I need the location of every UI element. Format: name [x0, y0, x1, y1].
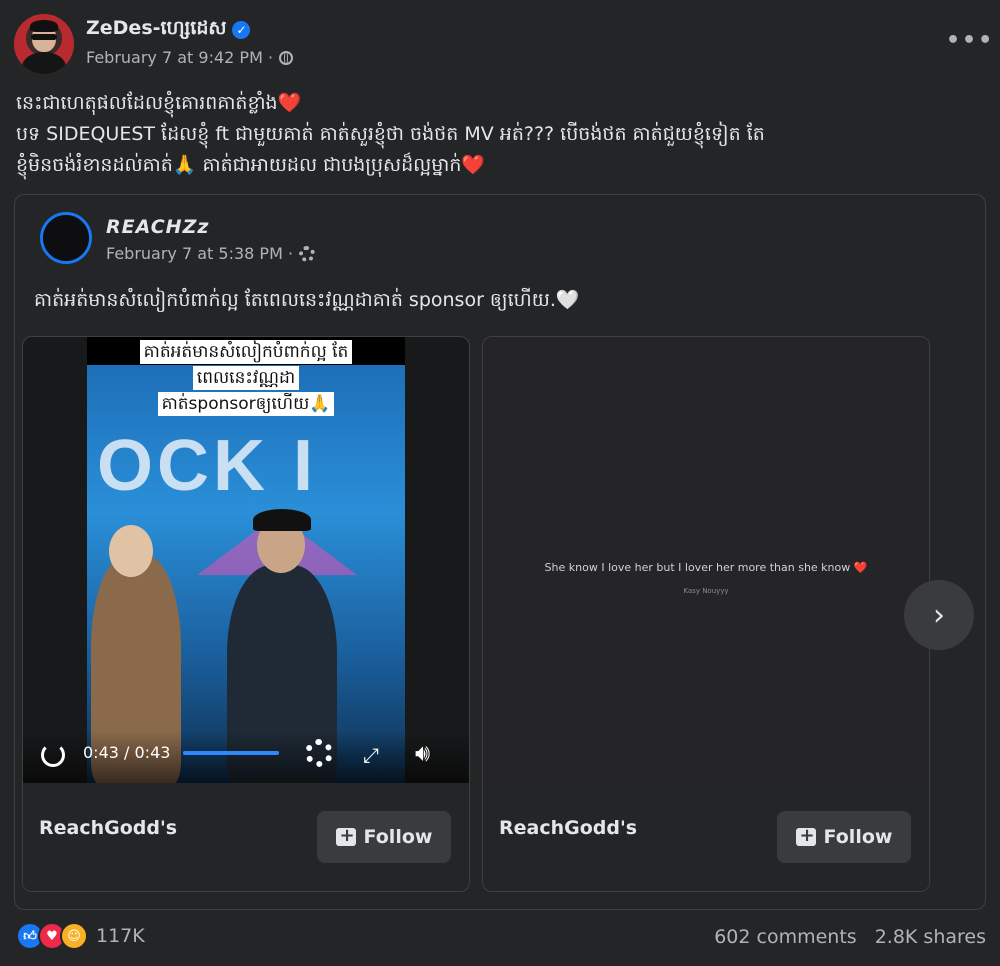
- reactions-summary[interactable]: 👍︎ ♥ ☺ 117K: [16, 922, 145, 950]
- quote-text: She know I love her but I lover her more…: [544, 561, 868, 574]
- quote-author: Kasy Nouyyy: [683, 587, 729, 595]
- video-player[interactable]: OCK I គាត់អត់មានសំលៀកបំពាក់ល្អ តែ ពេលនេះ…: [87, 337, 405, 783]
- video-frame: OCK I: [87, 365, 405, 783]
- follow-icon: [795, 825, 816, 846]
- fullscreen-icon[interactable]: ⤢: [363, 743, 379, 767]
- post-text: នេះជាហេតុផលដែលខ្ញុំគោរពគាត់ខ្លាំង❤️ បទ S…: [16, 88, 986, 181]
- card-page-name[interactable]: ReachGodd's: [39, 817, 177, 839]
- caption-line: គាត់អត់មានសំលៀកបំពាក់ល្អ តែ: [139, 340, 353, 364]
- engagement-stats: 602 comments 2.8K shares: [714, 926, 986, 948]
- audience-icon: [299, 245, 316, 262]
- video-controls: 0:43 / 0:43 ⤢ 🔊︎: [23, 731, 469, 783]
- video-progress-bar[interactable]: [183, 751, 279, 755]
- post-text-line: បទ SIDEQUEST ដែលខ្ញុំ ft ជាមួយគាត់ គាត់ស…: [16, 123, 765, 145]
- caption-line: គាត់sponsorឲ្យហើយ🙏: [157, 392, 335, 416]
- care-icon: ☺: [60, 922, 88, 950]
- author-avatar[interactable]: [14, 14, 74, 74]
- card-footer: ReachGodd's Follow: [23, 783, 469, 891]
- volume-icon[interactable]: 🔊︎: [415, 739, 430, 767]
- shared-post-timestamp[interactable]: February 7 at 5:38 PM ·: [106, 244, 293, 263]
- replay-icon[interactable]: [41, 743, 65, 767]
- author-name[interactable]: ZeDes-ហ្សេដេស: [86, 16, 226, 44]
- comments-count[interactable]: 602 comments: [714, 926, 856, 948]
- more-options-button[interactable]: •••: [946, 28, 994, 53]
- media-card-image[interactable]: She know I love her but I lover her more…: [482, 336, 930, 892]
- follow-label: Follow: [363, 826, 433, 848]
- follow-label: Follow: [823, 826, 893, 848]
- shared-author-avatar[interactable]: [40, 212, 92, 264]
- reaction-count[interactable]: 117K: [96, 925, 145, 947]
- carousel-next-button[interactable]: ›: [904, 580, 974, 650]
- caption-line: ពេលនេះវណ្ណដា: [192, 366, 300, 390]
- post-meta: February 7 at 9:42 PM ·: [86, 48, 294, 67]
- video-progress-fill: [183, 751, 279, 755]
- shared-author-name[interactable]: REACHZz: [106, 216, 209, 238]
- globe-icon: [279, 50, 294, 65]
- card-footer: ReachGodd's Follow: [483, 783, 929, 891]
- media-card-video[interactable]: OCK I គាត់អត់មានសំលៀកបំពាក់ល្អ តែ ពេលនេះ…: [22, 336, 470, 892]
- video-time: 0:43 / 0:43: [83, 743, 171, 762]
- post-text-line: ខ្ញុំមិនចង់រំខានដល់គាត់🙏 គាត់ជាអាយដល ជាប…: [16, 154, 486, 176]
- follow-icon: [335, 825, 356, 846]
- shares-count[interactable]: 2.8K shares: [875, 926, 986, 948]
- stage-backdrop-text: OCK I: [97, 426, 318, 506]
- shared-post-meta: February 7 at 5:38 PM ·: [106, 244, 316, 263]
- card-page-name[interactable]: ReachGodd's: [499, 817, 637, 839]
- author-header: ZeDes-ហ្សេដេស ✓: [86, 16, 251, 44]
- quote-image[interactable]: She know I love her but I lover her more…: [483, 337, 929, 783]
- follow-button[interactable]: Follow: [777, 811, 911, 863]
- settings-gear-icon[interactable]: [305, 739, 333, 767]
- post-text-line: នេះជាហេតុផលដែលខ្ញុំគោរពគាត់ខ្លាំង❤️: [16, 92, 302, 114]
- post-timestamp[interactable]: February 7 at 9:42 PM ·: [86, 48, 273, 67]
- shared-post-text: គាត់អត់មានសំលៀកបំពាក់ល្អ តែពេលនេះវណ្ណដាគ…: [34, 289, 580, 311]
- video-caption: គាត់អត់មានសំលៀកបំពាក់ល្អ តែ ពេលនេះវណ្ណដា…: [115, 339, 377, 417]
- follow-button[interactable]: Follow: [317, 811, 451, 863]
- verified-badge-icon: ✓: [232, 21, 251, 39]
